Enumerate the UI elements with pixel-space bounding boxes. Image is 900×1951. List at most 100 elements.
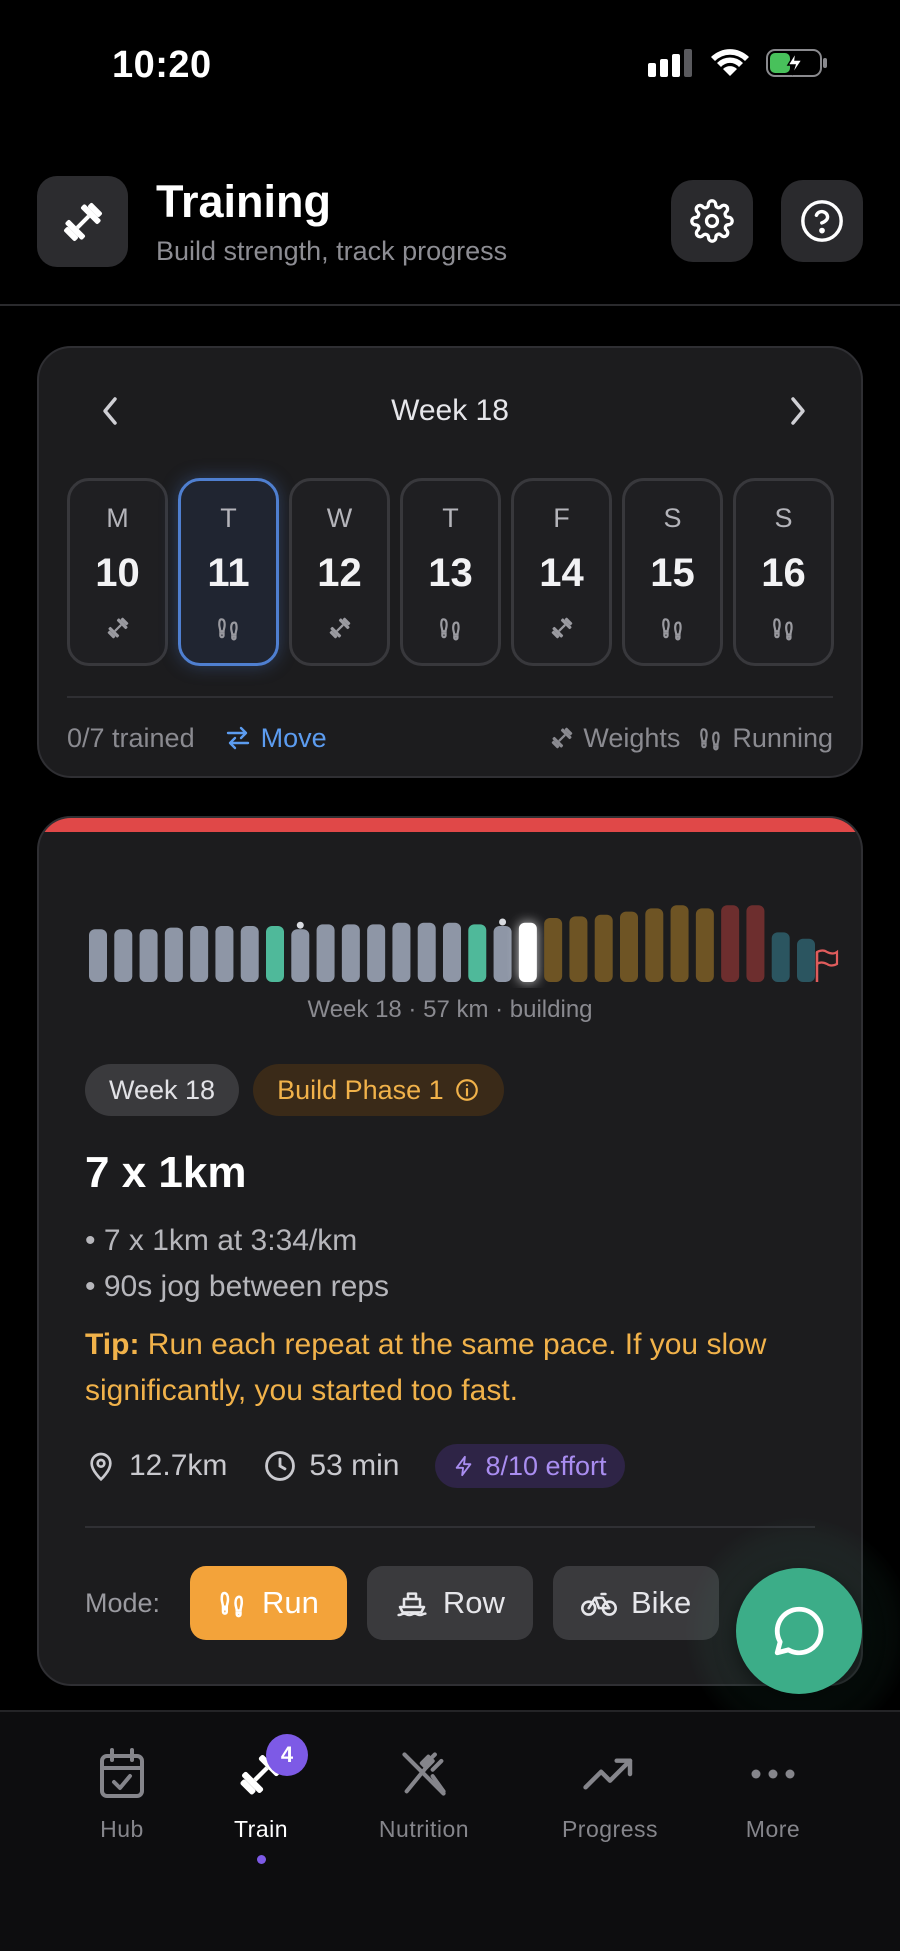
location-pin-icon <box>90 1452 112 1482</box>
week-bar[interactable] <box>468 924 487 982</box>
week-bar[interactable] <box>266 926 284 982</box>
week-bar[interactable] <box>341 924 360 982</box>
duration-stat: 53 min <box>263 1449 399 1483</box>
week-bar[interactable] <box>316 924 335 982</box>
chat-fab-button[interactable] <box>736 1568 862 1694</box>
help-button[interactable] <box>781 180 863 262</box>
mode-row-label: Row <box>442 1585 505 1620</box>
running-icon <box>181 615 276 641</box>
nav-tab-more[interactable]: More <box>698 1742 848 1843</box>
day-cell-wed[interactable]: W 12 <box>289 478 390 666</box>
week-bar[interactable] <box>240 926 259 982</box>
page-subtitle: Build strength, track progress <box>156 236 508 266</box>
bar-marker-dot <box>499 918 507 926</box>
running-icon <box>736 615 831 641</box>
week-bar[interactable] <box>620 911 638 982</box>
legend-weights-label: Weights <box>583 722 681 753</box>
week-bar[interactable] <box>746 905 765 982</box>
mode-bike-label: Bike <box>630 1585 692 1620</box>
move-button[interactable]: Move <box>225 723 327 754</box>
week-bar[interactable] <box>771 932 790 982</box>
day-cell-tue-selected[interactable]: T 11 <box>178 478 279 666</box>
nav-tab-progress[interactable]: Progress <box>535 1742 685 1843</box>
week-bar[interactable] <box>215 926 234 982</box>
day-letter: W <box>326 503 353 533</box>
week-chip-label: Week 18 <box>109 1074 216 1105</box>
page-header: Training Build strength, track progress <box>0 170 900 306</box>
tip-label: Tip: <box>85 1328 140 1361</box>
trending-up-icon <box>583 1758 633 1790</box>
move-label: Move <box>260 722 327 753</box>
week-bar[interactable] <box>367 924 386 982</box>
day-cell-fri[interactable]: F 14 <box>511 478 612 666</box>
calendar-check-icon <box>100 1748 144 1798</box>
phase-chip[interactable]: Build Phase 1 <box>253 1064 504 1116</box>
week-chip: Week 18 <box>85 1064 240 1116</box>
wifi-icon <box>711 49 749 76</box>
week-bar[interactable] <box>695 908 714 982</box>
week-bar[interactable] <box>89 929 107 982</box>
bicycle-icon <box>580 1592 617 1616</box>
help-circle-icon <box>801 200 843 242</box>
tip-text: Run each repeat at the same pace. If you… <box>85 1328 767 1407</box>
week-bar[interactable] <box>670 905 689 982</box>
battery-charging-icon <box>766 49 827 77</box>
running-icon <box>700 728 721 751</box>
day-cell-mon[interactable]: M 10 <box>67 478 168 666</box>
next-week-button[interactable] <box>775 388 821 434</box>
day-cell-sun[interactable]: S 16 <box>733 478 834 666</box>
week-bar[interactable] <box>544 918 563 982</box>
week-bar[interactable] <box>443 922 461 982</box>
week-title: Week 18 <box>391 394 509 427</box>
week-bar[interactable] <box>594 914 613 982</box>
day-letter: S <box>774 503 793 533</box>
nav-tab-nutrition[interactable]: Nutrition <box>349 1742 499 1843</box>
effort-badge: 8/10 effort <box>435 1444 625 1488</box>
week-bar[interactable] <box>392 922 411 982</box>
week-bar[interactable] <box>569 916 588 982</box>
day-letter: F <box>553 503 570 533</box>
week-bar[interactable] <box>797 938 815 982</box>
nav-label: Progress <box>561 1816 659 1842</box>
lightning-icon <box>456 1455 472 1477</box>
day-letter: S <box>663 503 682 533</box>
day-cell-sat[interactable]: S 15 <box>622 478 723 666</box>
plan-progress-bars[interactable] <box>39 818 863 988</box>
legend-weights: Weights <box>549 723 680 754</box>
week-bar[interactable] <box>164 927 183 982</box>
week-bar[interactable] <box>139 929 158 982</box>
week-bar[interactable] <box>721 905 740 982</box>
day-cell-thu[interactable]: T 13 <box>400 478 501 666</box>
plan-caption: Week 18 · 57 km · building <box>307 996 593 1023</box>
legend-running-label: Running <box>732 722 833 753</box>
week-bar[interactable] <box>645 908 664 982</box>
workout-bullet: • 90s jog between reps <box>85 1270 390 1303</box>
day-number: 11 <box>207 551 250 595</box>
workout-bullet: • 7 x 1km at 3:34/km <box>85 1224 358 1257</box>
race-flag-icon <box>815 949 839 982</box>
settings-button[interactable] <box>671 180 753 262</box>
week-bar[interactable] <box>114 929 133 982</box>
nav-label: More <box>745 1816 801 1842</box>
day-letter: M <box>106 503 129 533</box>
current-week-bar[interactable] <box>518 922 537 982</box>
mode-label: Mode: <box>85 1587 161 1618</box>
week-bar[interactable] <box>493 926 512 982</box>
running-icon <box>625 615 720 641</box>
workout-legend: Weights Running <box>549 723 833 754</box>
week-bar[interactable] <box>417 922 436 982</box>
page-title: Training <box>156 176 332 227</box>
mode-row-button[interactable]: Row <box>366 1566 533 1640</box>
nav-tab-train[interactable]: 4 Train <box>186 1734 336 1864</box>
chat-bubble-icon <box>774 1606 824 1656</box>
week-bar[interactable] <box>190 926 209 982</box>
mode-run-button[interactable]: Run <box>190 1566 347 1640</box>
dumbbell-icon <box>63 202 102 241</box>
day-letter: T <box>442 503 459 533</box>
weights-icon <box>70 615 165 641</box>
week-days: M 10 T 11 W 12 T 13 F 14 S 15 S 16 <box>67 478 837 666</box>
week-bar[interactable] <box>291 929 310 982</box>
weights-icon <box>514 615 609 641</box>
nav-tab-hub[interactable]: Hub <box>47 1742 197 1843</box>
workout-stats: 12.7km 53 min 8/10 effort <box>85 1444 625 1488</box>
